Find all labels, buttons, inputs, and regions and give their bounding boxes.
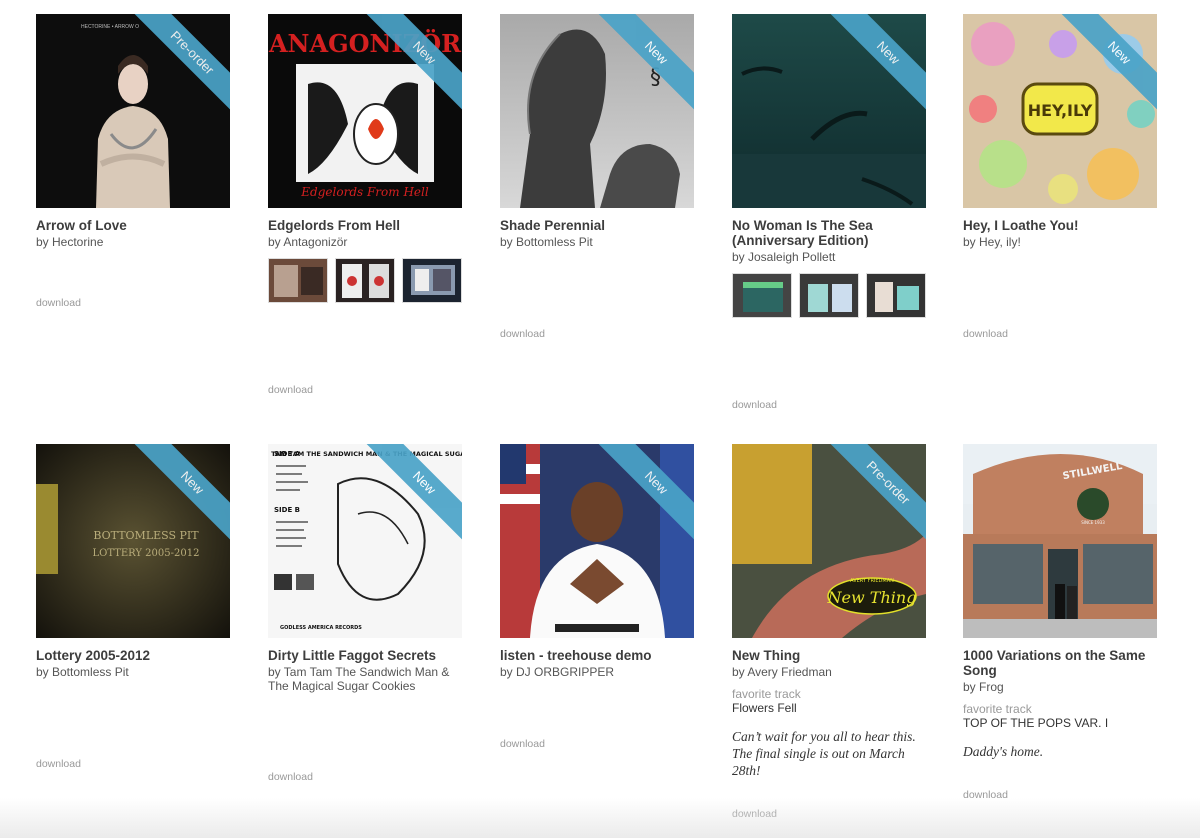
album-title[interactable]: Edgelords From Hell xyxy=(268,218,464,233)
fan-quote: Daddy's home. xyxy=(963,744,1044,759)
album-art-image: STILLWELL SINCE 1933 xyxy=(963,444,1157,638)
album-cover[interactable]: ANAGONIZÖR Edgelords From Hell New xyxy=(268,14,462,208)
album-card: STILLWELL SINCE 1933 1000 Variations on … xyxy=(963,444,1159,801)
package-thumbnail[interactable] xyxy=(799,273,859,318)
cover-text: AVERY FRIEDMAN xyxy=(850,578,894,584)
album-card: HEY,ILY New Hey, I Loathe You! by Hey, i… xyxy=(963,14,1159,340)
album-title[interactable]: Dirty Little Faggot Secrets xyxy=(268,648,464,663)
album-card: SIDE A SIDE B TAM TAM THE SANDWICH MAN &… xyxy=(268,444,464,783)
badge-ribbon: New xyxy=(1057,14,1157,114)
album-artist[interactable]: by Tam Tam The Sandwich Man & The Magica… xyxy=(268,665,464,693)
download-link[interactable]: download xyxy=(500,328,545,340)
cover-logo: New Thing xyxy=(827,588,917,607)
cover-text: LOTTERY 2005-2012 xyxy=(93,548,200,559)
badge-ribbon: New xyxy=(594,444,694,544)
album-artist[interactable]: by Hectorine xyxy=(36,235,232,249)
album-title[interactable]: Arrow of Love xyxy=(36,218,232,233)
album-title[interactable]: listen - treehouse demo xyxy=(500,648,696,663)
cover-text: SIDE B xyxy=(274,506,300,514)
album-title[interactable]: No Woman Is The Sea (Anniversary Edition… xyxy=(732,218,928,248)
favorite-track-name[interactable]: Flowers Fell xyxy=(732,701,928,715)
album-title[interactable]: New Thing xyxy=(732,648,928,663)
album-card: BOTTOMLESS PIT LOTTERY 2005-2012 New Lot… xyxy=(36,444,232,770)
badge-ribbon: New xyxy=(362,444,462,544)
album-card: New listen - treehouse demo by DJ ORBGRI… xyxy=(500,444,696,750)
package-thumbnails xyxy=(268,258,464,303)
album-cover[interactable]: HEY,ILY New xyxy=(963,14,1157,208)
download-link[interactable]: download xyxy=(268,771,313,783)
favorite-track-label: favorite track xyxy=(732,687,801,701)
cover-subtitle: Edgelords From Hell xyxy=(300,185,429,199)
download-link[interactable]: download xyxy=(732,808,777,820)
album-cover[interactable]: BOTTOMLESS PIT LOTTERY 2005-2012 New xyxy=(36,444,230,638)
badge-ribbon: New xyxy=(130,444,230,544)
album-card: New Thing AVERY FRIEDMAN Pre-order New T… xyxy=(732,444,928,820)
package-thumbnail[interactable] xyxy=(268,258,328,303)
badge-ribbon: Pre-order xyxy=(130,14,230,114)
album-title[interactable]: 1000 Variations on the Same Song xyxy=(963,648,1159,678)
download-link[interactable]: download xyxy=(36,758,81,770)
album-artist[interactable]: by Frog xyxy=(963,680,1159,694)
album-card: § New Shade Perennial by Bottomless Pit … xyxy=(500,14,696,340)
download-link[interactable]: download xyxy=(732,399,777,411)
download-link[interactable]: download xyxy=(36,297,81,309)
favorite-track-label: favorite track xyxy=(963,702,1032,716)
album-artist[interactable]: by Avery Friedman xyxy=(732,665,928,679)
download-link[interactable]: download xyxy=(500,738,545,750)
album-title[interactable]: Shade Perennial xyxy=(500,218,696,233)
album-card: New No Woman Is The Sea (Anniversary Edi… xyxy=(732,14,928,411)
album-artist[interactable]: by DJ ORBGRIPPER xyxy=(500,665,696,679)
album-title[interactable]: Hey, I Loathe You! xyxy=(963,218,1159,233)
badge-ribbon: Pre-order xyxy=(826,444,926,544)
package-thumbnail[interactable] xyxy=(335,258,395,303)
cover-text: SINCE 1933 xyxy=(1081,520,1105,525)
album-title[interactable]: Lottery 2005-2012 xyxy=(36,648,232,663)
package-thumbnail[interactable] xyxy=(732,273,792,318)
album-cover[interactable]: New xyxy=(500,444,694,638)
album-cover[interactable]: § New xyxy=(500,14,694,208)
album-cover[interactable]: HECTORINE • ARROW O Pre-order xyxy=(36,14,230,208)
album-cover[interactable]: SIDE A SIDE B TAM TAM THE SANDWICH MAN &… xyxy=(268,444,462,638)
album-grid: HECTORINE • ARROW O Pre-order Arrow of L… xyxy=(0,0,1200,838)
favorite-track-name[interactable]: TOP OF THE POPS VAR. I xyxy=(963,716,1159,730)
package-thumbnail[interactable] xyxy=(866,273,926,318)
badge-ribbon: New xyxy=(362,14,462,114)
album-artist[interactable]: by Hey, ily! xyxy=(963,235,1159,249)
badge-ribbon: New xyxy=(594,14,694,114)
download-link[interactable]: download xyxy=(963,328,1008,340)
album-cover[interactable]: New Thing AVERY FRIEDMAN Pre-order xyxy=(732,444,926,638)
album-card: ANAGONIZÖR Edgelords From Hell New Edgel… xyxy=(268,14,464,396)
badge-ribbon: New xyxy=(826,14,926,114)
download-link[interactable]: download xyxy=(268,384,313,396)
album-artist[interactable]: by Antagonizör xyxy=(268,235,464,249)
fan-quote: Can’t wait for you all to hear this. The… xyxy=(732,729,916,778)
album-artist[interactable]: by Bottomless Pit xyxy=(500,235,696,249)
album-cover[interactable]: New xyxy=(732,14,926,208)
album-artist[interactable]: by Bottomless Pit xyxy=(36,665,232,679)
album-cover[interactable]: STILLWELL SINCE 1933 xyxy=(963,444,1157,638)
download-link[interactable]: download xyxy=(963,789,1008,801)
package-thumbnail[interactable] xyxy=(402,258,462,303)
album-artist[interactable]: by Josaleigh Pollett xyxy=(732,250,928,264)
package-thumbnails xyxy=(732,273,928,318)
album-card: HECTORINE • ARROW O Pre-order Arrow of L… xyxy=(36,14,232,309)
cover-text: GODLESS AMERICA RECORDS xyxy=(280,625,362,631)
